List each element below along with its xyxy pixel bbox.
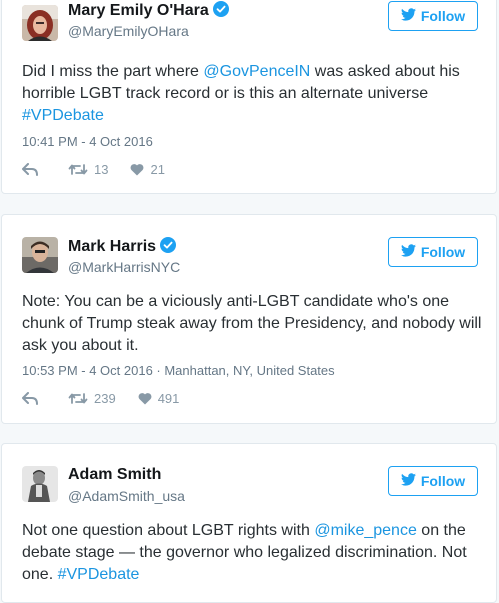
avatar[interactable] bbox=[22, 466, 58, 502]
follow-label: Follow bbox=[420, 8, 466, 24]
heart-icon bbox=[130, 163, 144, 176]
reply-button[interactable] bbox=[22, 392, 38, 405]
like-count: 21 bbox=[150, 162, 165, 177]
avatar[interactable] bbox=[22, 5, 58, 41]
like-count: 491 bbox=[157, 391, 180, 406]
verified-icon bbox=[160, 237, 177, 258]
tweet-text-part: Not one question about LGBT rights with bbox=[22, 522, 315, 539]
follow-button[interactable]: Follow bbox=[388, 466, 478, 496]
retweet-button[interactable]: 13 bbox=[68, 162, 108, 177]
tweet-text-part: Note: You can be a viciously anti-LGBT c… bbox=[22, 293, 482, 354]
twitter-bird-icon bbox=[400, 8, 416, 24]
follow-label: Follow bbox=[420, 244, 466, 260]
follow-button[interactable]: Follow bbox=[388, 237, 478, 267]
follow-label: Follow bbox=[420, 473, 466, 489]
verified-icon bbox=[212, 1, 229, 22]
mention-link[interactable]: @mike_pence bbox=[314, 522, 417, 539]
tweet-card: Mary Emily O'Hara @MaryEmilyOHara Follow… bbox=[1, 0, 497, 194]
twitter-bird-icon bbox=[400, 473, 416, 489]
retweet-count: 13 bbox=[94, 162, 109, 177]
author-name[interactable]: Adam Smith bbox=[68, 466, 161, 484]
author-name-text[interactable]: Mary Emily O'Hara bbox=[68, 2, 209, 19]
author-handle[interactable]: @AdamSmith_usa bbox=[68, 488, 185, 504]
retweet-count: 239 bbox=[94, 391, 116, 406]
tweet-card: Mark Harris @MarkHarrisNYC Follow Note: … bbox=[1, 214, 497, 424]
tweet-actions: 13 21 bbox=[22, 162, 165, 177]
tweet-timestamp[interactable]: 10:41 PM - 4 Oct 2016 bbox=[22, 134, 153, 149]
retweet-icon bbox=[68, 392, 88, 405]
retweet-button[interactable]: 239 bbox=[68, 391, 116, 406]
author-handle[interactable]: @MarkHarrisNYC bbox=[68, 259, 180, 275]
like-button[interactable]: 491 bbox=[138, 391, 180, 406]
tweet-actions: 239 491 bbox=[22, 391, 179, 406]
avatar[interactable] bbox=[22, 237, 58, 273]
author-name[interactable]: Mary Emily O'Hara bbox=[68, 1, 229, 22]
tweet-text-part: Did I miss the part where bbox=[22, 63, 204, 80]
tweet-text: Not one question about LGBT rights with … bbox=[22, 520, 484, 586]
reply-icon bbox=[22, 163, 38, 176]
author-handle[interactable]: @MaryEmilyOHara bbox=[68, 23, 189, 39]
reply-icon bbox=[22, 392, 38, 405]
follow-button[interactable]: Follow bbox=[388, 1, 478, 31]
author-name[interactable]: Mark Harris bbox=[68, 237, 177, 258]
tweet-text: Did I miss the part where @GovPenceIN wa… bbox=[22, 61, 484, 127]
tweet-card: Adam Smith @AdamSmith_usa Follow Not one… bbox=[1, 443, 497, 603]
retweet-icon bbox=[68, 163, 88, 176]
tweet-timestamp[interactable]: 10:53 PM - 4 Oct 2016 · Manhattan, NY, U… bbox=[22, 363, 335, 378]
twitter-bird-icon bbox=[400, 244, 416, 260]
reply-button[interactable] bbox=[22, 163, 38, 176]
mention-link[interactable]: @GovPenceIN bbox=[203, 63, 310, 80]
hashtag-link[interactable]: #VPDebate bbox=[22, 107, 104, 124]
like-button[interactable]: 21 bbox=[130, 162, 165, 177]
author-name-text[interactable]: Adam Smith bbox=[68, 466, 161, 483]
heart-icon bbox=[138, 392, 152, 405]
hashtag-link[interactable]: #VPDebate bbox=[58, 566, 140, 583]
tweet-text: Note: You can be a viciously anti-LGBT c… bbox=[22, 291, 484, 357]
author-name-text[interactable]: Mark Harris bbox=[68, 238, 156, 255]
